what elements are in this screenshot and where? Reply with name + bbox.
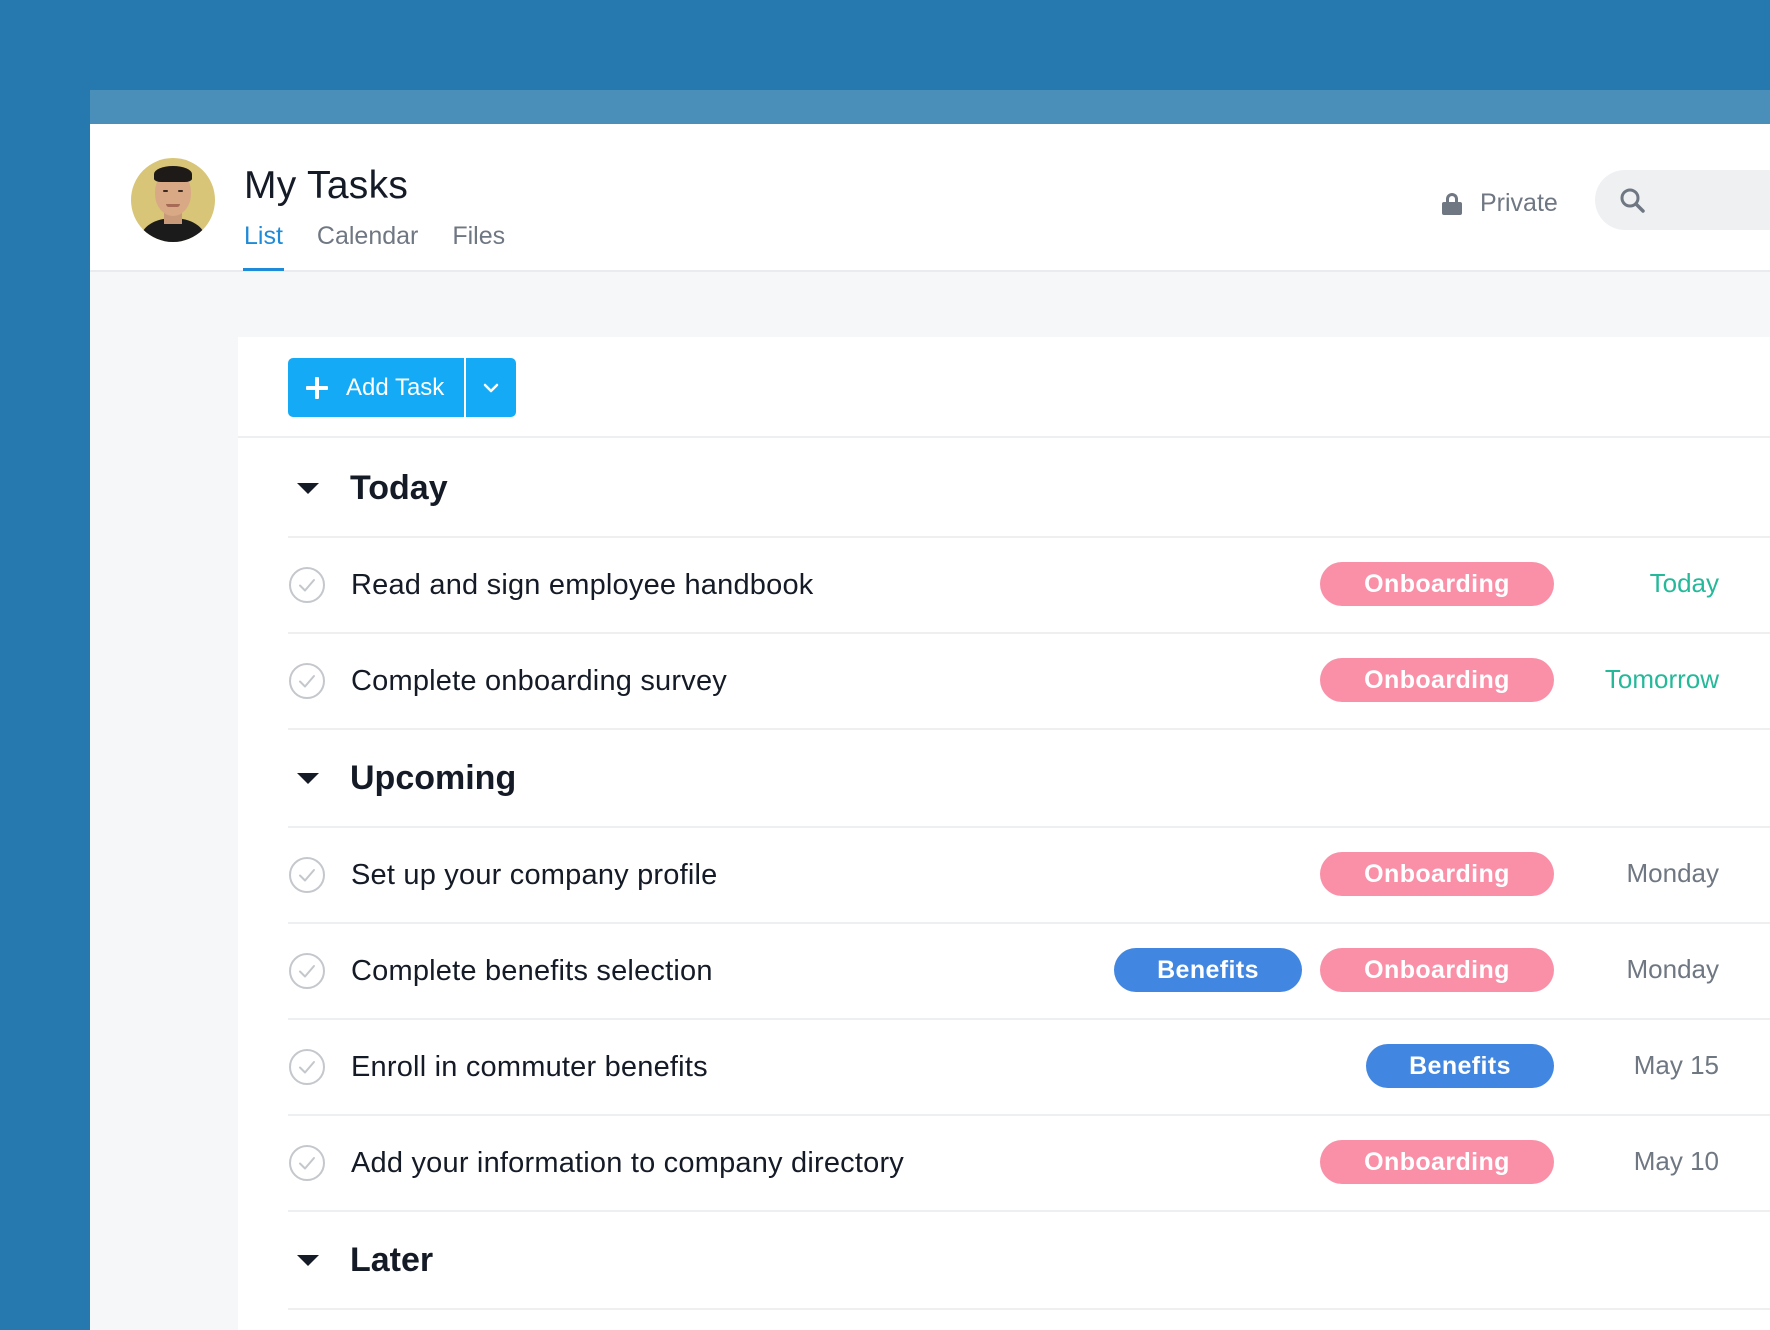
task-list: Today Read and sign employee handbook Onbo… <box>288 440 1770 1310</box>
task-row[interactable]: Add your information to company director… <box>288 1116 1770 1212</box>
tag-benefits[interactable]: Benefits <box>1114 948 1302 992</box>
avatar-eye <box>163 190 168 192</box>
due-date[interactable]: May 10 <box>1634 1146 1719 1177</box>
task-row[interactable]: Enroll in commuter benefits Benefits May 1… <box>288 1020 1770 1116</box>
section-header-upcoming[interactable]: Upcoming <box>288 730 1770 828</box>
plus-icon <box>306 376 328 399</box>
due-date[interactable]: May 15 <box>1634 1050 1719 1081</box>
task-name[interactable]: Complete onboarding survey <box>351 665 1770 698</box>
task-tags: Benefits Onboarding <box>1114 948 1554 992</box>
due-date[interactable]: Today <box>1650 568 1719 599</box>
complete-task-checkbox-icon[interactable] <box>288 952 326 990</box>
add-task-button[interactable]: Add Task <box>288 358 467 417</box>
app-window: My Tasks List Calendar Files Private Add… <box>90 90 1770 1330</box>
section-header-later[interactable]: Later <box>288 1212 1770 1310</box>
task-tags: Benefits <box>1366 1044 1554 1088</box>
chevron-down-icon <box>484 383 499 392</box>
complete-task-checkbox-icon[interactable] <box>288 1048 326 1086</box>
tab-files[interactable]: Files <box>452 222 505 272</box>
task-row[interactable]: Complete benefits selection Benefits Onboa… <box>288 924 1770 1020</box>
complete-task-checkbox-icon[interactable] <box>288 856 326 894</box>
task-row[interactable]: Set up your company profile Onboarding Mon… <box>288 828 1770 924</box>
collapse-triangle-icon[interactable] <box>297 482 319 494</box>
section-label: Today <box>350 468 448 507</box>
add-task-label: Add Task <box>346 373 445 401</box>
collapse-triangle-icon[interactable] <box>297 772 319 784</box>
add-task-dropdown-button[interactable] <box>466 358 516 417</box>
section-label: Upcoming <box>350 758 517 797</box>
task-row[interactable]: Complete onboarding survey Onboarding Tomo… <box>288 634 1770 730</box>
task-tags: Onboarding <box>1320 852 1554 896</box>
privacy-toggle[interactable]: Private <box>1442 189 1558 218</box>
task-name[interactable]: Read and sign employee handbook <box>351 569 1770 602</box>
search-input[interactable] <box>1595 170 1770 230</box>
tab-list[interactable]: List <box>243 222 284 272</box>
avatar-hair <box>154 166 192 182</box>
task-toolbar: Add Task <box>238 337 1770 438</box>
collapse-triangle-icon[interactable] <box>297 1254 319 1266</box>
due-date[interactable]: Tomorrow <box>1605 664 1719 695</box>
window-title-bar <box>90 90 1770 124</box>
page-header: My Tasks List Calendar Files Private <box>90 124 1770 272</box>
tag-benefits[interactable]: Benefits <box>1366 1044 1554 1088</box>
due-date[interactable]: Monday <box>1627 858 1720 889</box>
lock-icon <box>1442 192 1462 215</box>
task-tags: Onboarding <box>1320 1140 1554 1184</box>
due-date[interactable]: Monday <box>1627 954 1720 985</box>
task-row[interactable]: Read and sign employee handbook Onboardin… <box>288 538 1770 634</box>
page-title: My Tasks <box>244 164 409 207</box>
tag-onboarding[interactable]: Onboarding <box>1320 562 1554 606</box>
complete-task-checkbox-icon[interactable] <box>288 662 326 700</box>
tab-calendar[interactable]: Calendar <box>317 222 418 272</box>
user-avatar[interactable] <box>131 158 215 242</box>
add-task-split-button: Add Task <box>288 358 517 417</box>
privacy-label: Private <box>1480 189 1558 217</box>
tag-onboarding[interactable]: Onboarding <box>1320 1140 1554 1184</box>
tag-onboarding[interactable]: Onboarding <box>1320 852 1554 896</box>
avatar-eye <box>178 190 183 192</box>
section-label: Later <box>350 1240 434 1279</box>
tag-onboarding[interactable]: Onboarding <box>1320 948 1554 992</box>
task-tags: Onboarding <box>1320 562 1554 606</box>
section-header-today[interactable]: Today <box>288 440 1770 538</box>
avatar-mouth <box>166 204 180 207</box>
task-list-card: Add Task Today Read and sign employee han… <box>238 337 1770 1330</box>
complete-task-checkbox-icon[interactable] <box>288 566 326 604</box>
tag-onboarding[interactable]: Onboarding <box>1320 658 1554 702</box>
search-icon <box>1620 188 1645 213</box>
task-name[interactable]: Set up your company profile <box>351 859 1770 892</box>
complete-task-checkbox-icon[interactable] <box>288 1144 326 1182</box>
task-name[interactable]: Enroll in commuter benefits <box>351 1051 1770 1084</box>
task-name[interactable]: Complete benefits selection <box>351 955 1770 988</box>
view-tabs: List Calendar Files <box>243 222 539 272</box>
task-tags: Onboarding <box>1320 658 1554 702</box>
task-name[interactable]: Add your information to company director… <box>351 1147 1770 1180</box>
